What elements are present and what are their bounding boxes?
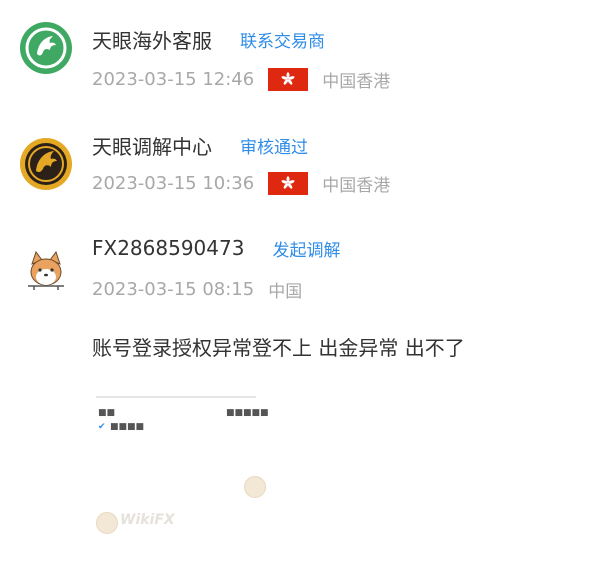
avatar[interactable]	[20, 22, 72, 74]
entry-timestamp: 2023-03-15 10:36	[92, 172, 255, 194]
initiate-mediation-link[interactable]: 发起调解	[272, 236, 340, 261]
review-approved-link[interactable]: 审核通过	[240, 133, 308, 158]
shiba-dog-icon	[28, 250, 64, 290]
entry-region: 中国香港	[322, 175, 391, 196]
entry-region: 中国香港	[322, 71, 391, 92]
entry-name: 天眼海外客服	[92, 28, 212, 53]
attachment-image-icon[interactable]: ■■ ■■■■■ ✔ ■■■■ WikiFX	[92, 380, 269, 534]
avatar[interactable]	[20, 138, 72, 190]
divider	[96, 396, 256, 398]
contact-broker-link[interactable]: 联系交易商	[240, 27, 325, 52]
entry-name: FX2868590473	[92, 236, 245, 260]
attachment-mark: ■■■■	[110, 422, 145, 432]
avatar[interactable]	[20, 246, 72, 298]
eagle-icon	[25, 143, 67, 185]
complaint-text: 账号登录授权异常登不上 出金异常 出不了	[92, 336, 465, 360]
entry-name: 天眼调解中心	[92, 134, 212, 159]
check-icon: ✔	[98, 422, 106, 432]
entry-timestamp: 2023-03-15 12:46	[92, 68, 255, 90]
eagle-icon	[25, 27, 67, 69]
attachment-mark: ■■■■■	[226, 408, 269, 418]
hong-kong-flag-icon	[268, 67, 309, 91]
entry-timestamp: 2023-03-15 08:15	[92, 278, 255, 300]
watermark-logo	[244, 476, 266, 498]
watermark-text: WikiFX	[120, 512, 175, 528]
hong-kong-flag-icon	[268, 171, 309, 195]
watermark-logo	[96, 512, 118, 534]
entry-region: 中国	[268, 281, 303, 302]
attachment-mark: ■■	[98, 408, 116, 418]
